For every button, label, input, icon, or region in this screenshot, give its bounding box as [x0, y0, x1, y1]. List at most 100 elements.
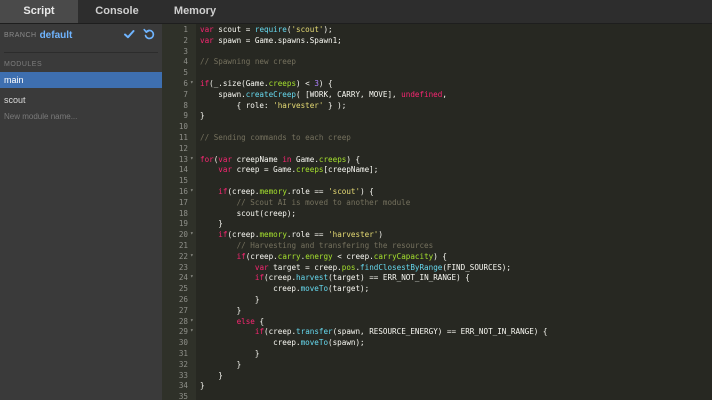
code-text: creep.moveTo(spawn); — [200, 338, 365, 348]
code-line[interactable]: 2 var spawn = Game.spawns.Spawn1; — [162, 36, 712, 47]
code-text: scout(creep); — [200, 208, 297, 218]
check-icon[interactable] — [122, 27, 136, 41]
code-editor[interactable]: 1 var scout = require('scout'); 2 var spawn… — [162, 24, 712, 400]
code-line[interactable]: 26 } — [162, 295, 712, 306]
line-number: 19 — [178, 219, 188, 229]
tab-script[interactable]: Script — [0, 0, 78, 23]
code-text: var scout = require('scout'); — [200, 25, 333, 34]
code-text: if(creep.carry.energy < creep.carryCapac… — [236, 251, 447, 261]
code-line[interactable]: 20 ▾ if(creep.memory.role == 'harvester') — [162, 230, 712, 241]
code-text: var spawn = Game.spawns.Spawn1; — [200, 35, 342, 45]
code-line[interactable]: 21 // Harvesting and transfering the res… — [162, 241, 712, 252]
code-line[interactable]: 1 var scout = require('scout'); — [162, 25, 712, 36]
line-number: 27 — [178, 305, 188, 315]
line-number: 34 — [178, 381, 188, 391]
code-line[interactable]: 3 — [162, 47, 712, 58]
code-text: // Scout AI is moved to another module — [236, 197, 411, 207]
code-text: var target = creep.pos.findClosestByRang… — [254, 262, 511, 272]
code-line[interactable]: 13 ▾ for(var creepName in Game.creeps) { — [162, 155, 712, 166]
tab-console[interactable]: Console — [78, 0, 156, 23]
code-line[interactable]: 25 creep.moveTo(target); — [162, 284, 712, 295]
line-number: 1 — [183, 25, 188, 34]
code-line[interactable]: 23 var target = creep.pos.findClosestByR… — [162, 263, 712, 274]
code-line[interactable]: 28 ▾ else { — [162, 317, 712, 328]
code-line[interactable]: 18 scout(creep); — [162, 209, 712, 220]
line-number: 13 — [178, 154, 188, 164]
code-line[interactable]: 33 } — [162, 371, 712, 382]
code-line[interactable]: 10 — [162, 122, 712, 133]
fold-arrow-icon[interactable]: ▾ — [190, 187, 194, 194]
code-text: if(creep.memory.role == 'harvester') — [218, 230, 383, 240]
code-line[interactable]: 34} — [162, 381, 712, 392]
line-number: 3 — [183, 46, 188, 56]
line-number: 5 — [183, 68, 188, 78]
code-line[interactable]: 27 } — [162, 306, 712, 317]
line-number: 30 — [178, 338, 188, 348]
revert-icon[interactable] — [142, 27, 156, 41]
tab-bar: Script Console Memory — [0, 0, 712, 24]
code-line[interactable]: 15 — [162, 176, 712, 187]
fold-arrow-icon[interactable]: ▾ — [190, 79, 194, 86]
code-line[interactable]: 9} — [162, 111, 712, 122]
line-number: 22 — [178, 251, 188, 261]
code-area[interactable]: 1 var scout = require('scout'); 2 var spawn… — [162, 25, 712, 400]
line-number: 4 — [183, 57, 188, 67]
code-line[interactable]: 19 } — [162, 219, 712, 230]
code-line[interactable]: 29 ▾ if(creep.transfer(spawn, RESOURCE_EN… — [162, 327, 712, 338]
fold-arrow-icon[interactable]: ▾ — [190, 230, 194, 237]
line-number: 28 — [178, 316, 188, 326]
code-line[interactable]: 31 } — [162, 349, 712, 360]
line-number: 21 — [178, 240, 188, 250]
code-text: if(_.size(Game.creeps) < 3) { — [200, 78, 333, 88]
code-line[interactable]: 32 } — [162, 360, 712, 371]
line-number: 6 — [183, 78, 188, 88]
code-line[interactable]: 22 ▾ if(creep.carry.energy < creep.carryC… — [162, 252, 712, 263]
line-number: 12 — [178, 143, 188, 153]
code-text: if(creep.memory.role == 'scout') { — [218, 186, 374, 196]
branch-selector[interactable]: default — [40, 30, 73, 41]
branch-row: BRANCH default — [0, 24, 162, 46]
line-number: 32 — [178, 359, 188, 369]
line-number: 31 — [178, 348, 188, 358]
code-text: { role: 'harvester' } ); — [200, 100, 347, 110]
code-text: var creep = Game.creeps[creepName]; — [218, 165, 379, 175]
fold-arrow-icon[interactable]: ▾ — [190, 252, 194, 259]
code-text: } — [200, 359, 242, 369]
line-number: 24 — [178, 273, 188, 283]
fold-arrow-icon[interactable]: ▾ — [190, 327, 194, 334]
module-item-main[interactable]: main — [0, 72, 162, 88]
fold-arrow-icon[interactable]: ▾ — [190, 155, 194, 162]
line-number: 29 — [178, 327, 188, 337]
sidebar: BRANCH default MODULES main scout New mo… — [0, 24, 162, 400]
line-number: 20 — [178, 230, 188, 240]
code-line[interactable]: 17 // Scout AI is moved to another modul… — [162, 198, 712, 209]
line-number: 15 — [178, 176, 188, 186]
line-number: 11 — [178, 132, 188, 142]
fold-arrow-icon[interactable]: ▾ — [190, 273, 194, 280]
code-line[interactable]: 11 // Sending commands to each creep — [162, 133, 712, 144]
code-text: for(var creepName in Game.creeps) { — [200, 154, 361, 164]
code-line[interactable]: 24 ▾ if(creep.harvest(target) == ERR_NOT_… — [162, 273, 712, 284]
code-line[interactable]: 35 — [162, 392, 712, 400]
code-text: } — [200, 294, 260, 304]
code-line[interactable]: 12 — [162, 144, 712, 155]
code-text: } — [200, 305, 242, 315]
code-line[interactable]: 8 { role: 'harvester' } ); — [162, 101, 712, 112]
new-module-input[interactable]: New module name... — [0, 108, 162, 125]
modules-header: MODULES — [4, 61, 43, 68]
tab-memory[interactable]: Memory — [156, 0, 234, 23]
code-line[interactable]: 30 creep.moveTo(spawn); — [162, 338, 712, 349]
code-text: } — [200, 348, 260, 358]
code-line[interactable]: 16 ▾ if(creep.memory.role == 'scout') { — [162, 187, 712, 198]
code-text: else { — [236, 316, 265, 326]
code-line[interactable]: 6 ▾ if(_.size(Game.creeps) < 3) { — [162, 79, 712, 90]
code-line[interactable]: 5 — [162, 68, 712, 79]
line-number: 8 — [183, 100, 188, 110]
code-line[interactable]: 14 var creep = Game.creeps[creepName]; — [162, 165, 712, 176]
fold-arrow-icon[interactable]: ▾ — [190, 317, 194, 324]
code-line[interactable]: 7 spawn.createCreep( [WORK, CARRY, MOVE]… — [162, 90, 712, 101]
module-item-scout[interactable]: scout — [0, 92, 162, 108]
line-number: 2 — [183, 35, 188, 45]
code-line[interactable]: 4 // Spawning new creep — [162, 57, 712, 68]
line-number: 18 — [178, 208, 188, 218]
